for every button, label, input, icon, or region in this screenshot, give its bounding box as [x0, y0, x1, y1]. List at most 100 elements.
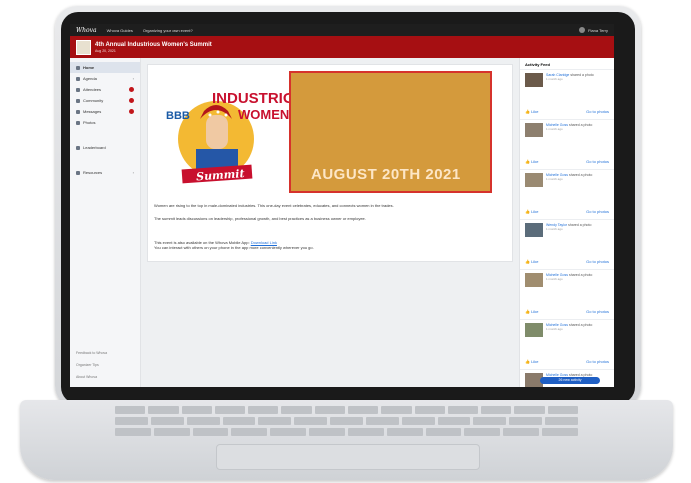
sidebar-item-resources[interactable]: Resources ›: [70, 167, 140, 178]
app-screen: Whova Whova Guides Organizing your own e…: [70, 24, 614, 387]
activity-action: shared a photo: [568, 323, 593, 327]
activity-feed-title: Activity Feed: [525, 62, 550, 67]
activity-item: Sarah Claridge shared a photo 1 month ago…: [520, 69, 614, 119]
description-paragraph-3: This event is also available on the Whov…: [154, 240, 490, 250]
logo-womens: WOMEN'S: [238, 107, 289, 122]
like-label: Like: [531, 209, 539, 214]
activity-item: Michelle Goss shared a photo 1 month ago 👍…: [520, 119, 614, 169]
go-to-photos-link[interactable]: Go to photos: [586, 109, 609, 114]
event-info-card: BBB INDUSTRIOUS WOMEN'S Summit AUGUST 20…: [147, 64, 513, 262]
like-label: Like: [531, 109, 539, 114]
like-label: Like: [531, 359, 539, 364]
activity-photo-thumbnail[interactable]: [525, 273, 543, 287]
activity-photo-thumbnail[interactable]: [525, 223, 543, 237]
banner-date: AUGUST 20TH 2021: [311, 166, 461, 183]
keyboard: [115, 406, 578, 442]
folder-icon: [76, 170, 80, 175]
user-menu[interactable]: Fiana Terry: [579, 27, 608, 33]
thumbs-up-icon: 👍: [525, 159, 530, 164]
about-whova-link[interactable]: About Whova: [76, 375, 107, 387]
notification-badge: [129, 109, 134, 114]
summit-logo: BBB INDUSTRIOUS WOMEN'S Summit: [154, 71, 315, 193]
organizer-tips-link[interactable]: Organizer Tips: [76, 363, 107, 375]
activity-item: Michelle Goss shared a photo 1 month ago 👍…: [520, 269, 614, 319]
event-banner: BBB INDUSTRIOUS WOMEN'S Summit AUGUST 20…: [154, 71, 492, 193]
calendar-icon: [76, 76, 80, 81]
go-to-photos-link[interactable]: Go to photos: [586, 209, 609, 214]
chevron-right-icon: ›: [132, 76, 134, 81]
rosie-logo-art: BBB INDUSTRIOUS WOMEN'S Summit: [166, 90, 315, 183]
sidebar-item-messages[interactable]: Messages: [70, 106, 140, 117]
sidebar-item-label: Home: [83, 65, 95, 70]
avatar: [579, 27, 586, 33]
like-button[interactable]: 👍 Like: [525, 209, 538, 214]
thumbs-up-icon: 👍: [525, 309, 530, 314]
event-banner-photo: AUGUST 20TH 2021: [289, 71, 492, 193]
top-navbar: Whova Whova Guides Organizing your own e…: [70, 24, 614, 36]
trackpad: [216, 444, 480, 470]
notification-badge: [129, 87, 134, 92]
like-button[interactable]: 👍 Like: [525, 109, 538, 114]
photo-icon: [76, 120, 80, 125]
activity-photo-thumbnail[interactable]: [525, 123, 543, 137]
sidebar-item-photos[interactable]: Photos: [70, 117, 140, 128]
activity-action: shared a photo: [568, 173, 593, 177]
like-label: Like: [531, 309, 539, 314]
sidebar-item-label: Leaderboard: [83, 145, 106, 150]
event-title: 4th Annual Industrious Women's Summit: [95, 41, 212, 48]
sidebar-item-leaderboard[interactable]: Leaderboard: [70, 142, 140, 153]
go-to-photos-link[interactable]: Go to photos: [586, 359, 609, 364]
chevron-right-icon: ›: [132, 170, 134, 175]
activity-photo-thumbnail[interactable]: [525, 73, 543, 87]
sidebar-item-label: Resources: [83, 170, 103, 175]
app-interact-text: You can interact with others on your pho…: [154, 245, 314, 250]
logo-summit: Summit: [196, 167, 245, 183]
feedback-link[interactable]: Feedback to Whova: [76, 351, 107, 363]
laptop-base: [20, 400, 673, 480]
people-icon: [76, 87, 80, 92]
like-button[interactable]: 👍 Like: [525, 359, 538, 364]
activity-item: Michelle Goss shared a photo 1 month ago 👍…: [520, 169, 614, 219]
sidebar-item-label: Community: [83, 98, 104, 103]
chat-icon: [76, 98, 80, 103]
message-icon: [76, 109, 80, 114]
bbb-logo: BBB: [166, 110, 190, 122]
like-button[interactable]: 👍 Like: [525, 159, 538, 164]
go-to-photos-link[interactable]: Go to photos: [586, 259, 609, 264]
sidebar-footer: Feedback to Whova Organizer Tips About W…: [76, 351, 107, 387]
sidebar-item-label: Photos: [83, 120, 96, 125]
like-label: Like: [531, 159, 539, 164]
sidebar-item-agenda[interactable]: Agenda ›: [70, 73, 140, 84]
description-paragraph-2: The summit leads discussions on leadersh…: [154, 216, 366, 221]
trophy-icon: [76, 145, 80, 150]
sidebar-item-community[interactable]: Community: [70, 95, 140, 106]
main-content: BBB INDUSTRIOUS WOMEN'S Summit AUGUST 20…: [141, 58, 519, 387]
user-name: Fiana Terry: [588, 27, 608, 33]
event-date: Aug 20, 2021: [95, 48, 116, 53]
activity-item: Wendy Taylor shared a photo 1 month ago 👍 …: [520, 219, 614, 269]
activity-action: shared a photo: [568, 223, 592, 227]
logo-industrious: INDUSTRIOUS: [212, 90, 289, 107]
activity-photo-thumbnail[interactable]: [525, 323, 543, 337]
go-to-photos-link[interactable]: Go to photos: [586, 309, 609, 314]
activity-action: shared a photo: [570, 73, 594, 77]
sidebar-item-attendees[interactable]: Attendees: [70, 84, 140, 95]
activity-item: Michelle Goss shared a photo 1 month ago 👍…: [520, 319, 614, 369]
notification-badge: [129, 98, 134, 103]
whova-logo[interactable]: Whova: [76, 27, 97, 34]
organize-event-link[interactable]: Organizing your own event?: [143, 28, 193, 33]
activity-action: shared a photo: [568, 123, 593, 127]
laptop-lid: Whova Whova Guides Organizing your own e…: [55, 6, 641, 408]
go-to-photos-link[interactable]: Go to photos: [586, 159, 609, 164]
like-button[interactable]: 👍 Like: [525, 259, 538, 264]
new-activity-button[interactable]: 26 new activity: [540, 377, 600, 384]
description-paragraph-1: Women are rising to the top in male-domi…: [154, 203, 394, 208]
activity-photo-thumbnail[interactable]: [525, 173, 543, 187]
whova-guides-menu[interactable]: Whova Guides: [107, 28, 133, 33]
like-label: Like: [531, 259, 539, 264]
sidebar: Home Agenda › Attendees Community Messages …: [70, 58, 141, 387]
like-button[interactable]: 👍 Like: [525, 309, 538, 314]
sidebar-item-home[interactable]: Home: [70, 62, 140, 73]
event-header: 4th Annual Industrious Women's Summit Au…: [70, 36, 614, 58]
activity-action: shared a photo: [568, 273, 593, 277]
